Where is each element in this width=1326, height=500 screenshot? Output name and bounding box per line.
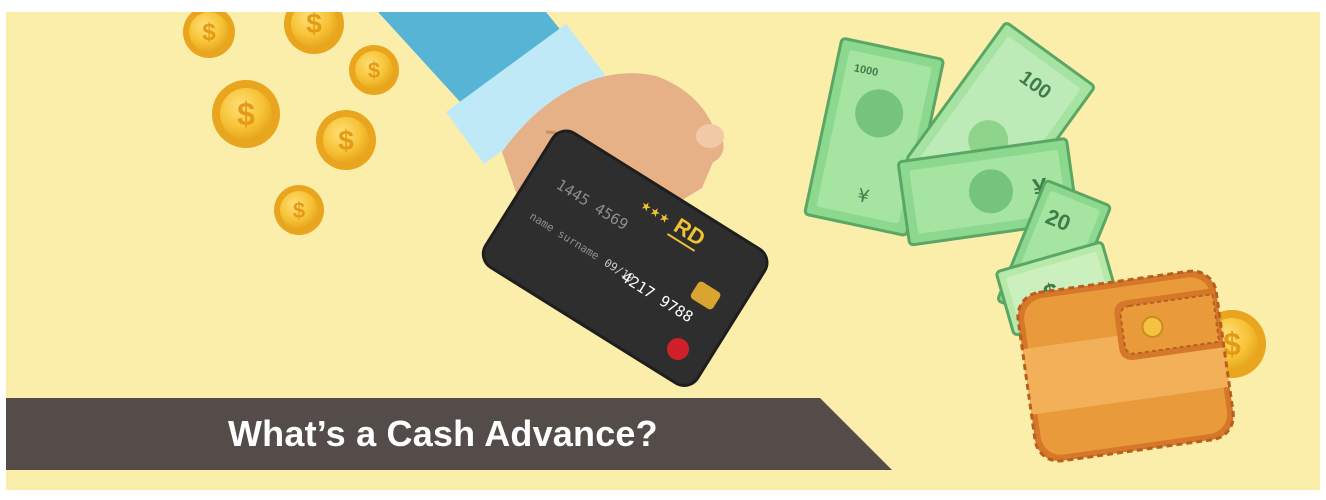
hero-banner: $ $ $ $ $ $ ★★★ RD 1445 4569 name surnam… [6, 12, 1320, 490]
dollar-coin-icon: $ [284, 12, 344, 54]
dollar-coin-icon: $ [274, 185, 324, 235]
svg-text:$: $ [306, 12, 322, 39]
page-title: What’s a Cash Advance? [228, 413, 658, 454]
illustration: $ $ $ $ $ $ ★★★ RD 1445 4569 name surnam… [6, 12, 1266, 470]
wallet-icon [1016, 269, 1235, 463]
dollar-coin-icon: $ [316, 110, 376, 170]
svg-text:$: $ [202, 19, 216, 46]
dollar-coin-icon: $ [212, 80, 280, 148]
dollar-coin-icon: $ [349, 45, 399, 95]
svg-text:$: $ [338, 125, 354, 156]
svg-text:$: $ [368, 58, 380, 83]
svg-text:$: $ [293, 198, 305, 223]
dollar-coin-icon: $ [183, 12, 235, 58]
svg-text:$: $ [237, 96, 255, 132]
